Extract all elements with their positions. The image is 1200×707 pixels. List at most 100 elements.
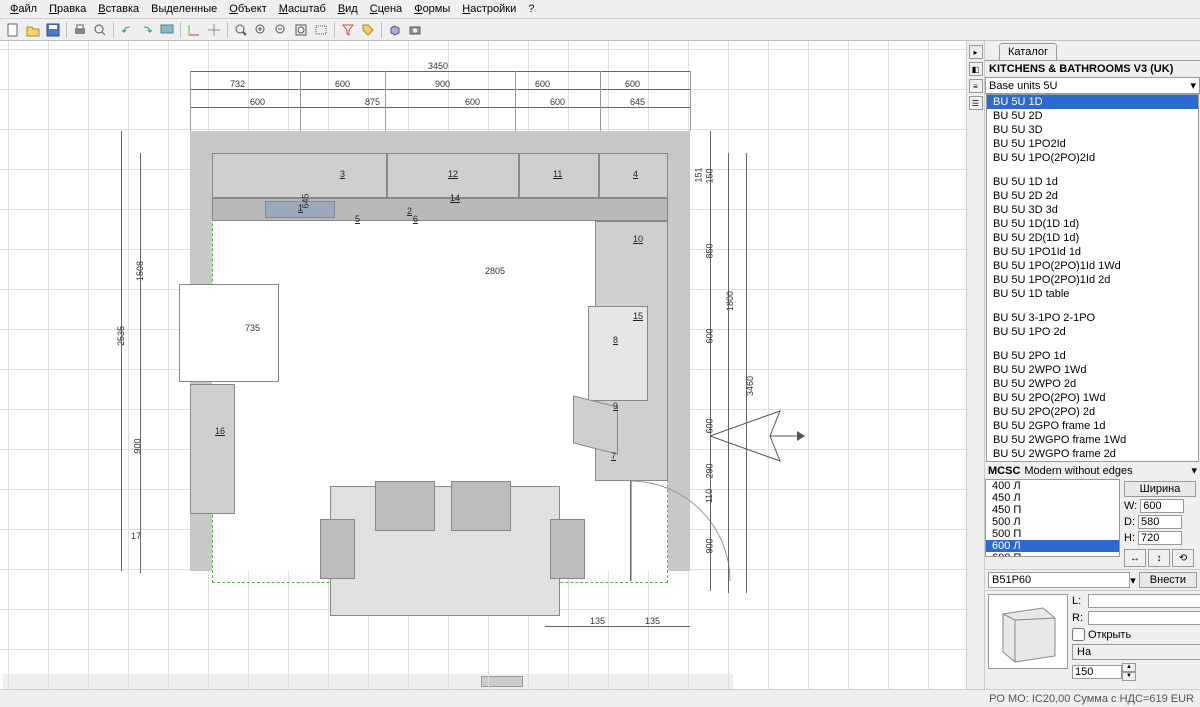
- depth-input[interactable]: [1138, 515, 1182, 529]
- mirror-h-icon[interactable]: ↔: [1124, 549, 1146, 567]
- menu-scene[interactable]: Сцена: [364, 1, 408, 17]
- list-item[interactable]: BU 5U 2WGPO frame 1Wd: [987, 433, 1198, 447]
- chevron-down-icon[interactable]: ▾: [1130, 574, 1136, 587]
- view3d-icon[interactable]: [386, 21, 404, 39]
- new-icon[interactable]: [4, 21, 22, 39]
- menu-settings[interactable]: Настройки: [456, 1, 522, 17]
- mirror-v-icon[interactable]: ↕: [1148, 549, 1170, 567]
- status-price: PO MO: IC20,00 Сумма с НДС=619 EUR: [989, 693, 1194, 705]
- axes-icon[interactable]: [185, 21, 203, 39]
- menu-scale[interactable]: Масштаб: [273, 1, 332, 17]
- catalog-title: KITCHENS & BATHROOMS V3 (UK): [985, 61, 1200, 77]
- side-tab-shapes[interactable]: ◧: [969, 62, 983, 76]
- list-item[interactable]: BU 5U 2D 2d: [987, 189, 1198, 203]
- size-option[interactable]: 500 П: [986, 528, 1119, 540]
- offset-input[interactable]: [1072, 665, 1122, 679]
- list-item[interactable]: BU 5U 1D: [987, 95, 1198, 109]
- list-item[interactable]: BU 5U 2WPO 2d: [987, 377, 1198, 391]
- list-item[interactable]: BU 5U 1PO2Id: [987, 137, 1198, 151]
- menu-shapes[interactable]: Формы: [408, 1, 456, 17]
- main-toolbar: [0, 19, 1200, 41]
- menu-help[interactable]: ?: [522, 1, 540, 17]
- snap-select[interactable]: На: [1072, 644, 1200, 660]
- list-item[interactable]: BU 5U 1PO 2d: [987, 325, 1198, 339]
- R-input[interactable]: [1088, 611, 1200, 625]
- list-item[interactable]: BU 5U 1PO(2PO)1Id 1Wd: [987, 259, 1198, 273]
- menu-insert[interactable]: Вставка: [92, 1, 145, 17]
- zoom-out-icon[interactable]: [272, 21, 290, 39]
- status-bar: PO MO: IC20,00 Сумма с НДС=619 EUR: [0, 689, 1200, 707]
- size-option[interactable]: 600 П: [986, 552, 1119, 557]
- save-icon[interactable]: [44, 21, 62, 39]
- spin-up-icon[interactable]: ▲: [1122, 663, 1136, 672]
- tag-icon[interactable]: [359, 21, 377, 39]
- add-button[interactable]: Внести: [1139, 572, 1197, 588]
- menu-edit[interactable]: Правка: [43, 1, 92, 17]
- redo-icon[interactable]: [138, 21, 156, 39]
- menu-bar: Файл Правка Вставка Выделенные Объект Ма…: [0, 0, 1200, 19]
- menu-select[interactable]: Выделенные: [145, 1, 223, 17]
- size-option[interactable]: 450 Л: [986, 492, 1119, 504]
- preview-icon[interactable]: [91, 21, 109, 39]
- camera-direction-icon: [710, 406, 810, 466]
- print-icon[interactable]: [71, 21, 89, 39]
- list-item[interactable]: BU 5U 1D(1D 1d): [987, 217, 1198, 231]
- list-item[interactable]: BU 5U 2WGPO frame 2d: [987, 447, 1198, 461]
- zoom-in-icon[interactable]: [252, 21, 270, 39]
- open-icon[interactable]: [24, 21, 42, 39]
- menu-file[interactable]: Файл: [4, 1, 43, 17]
- open-checkbox[interactable]: [1072, 628, 1085, 641]
- side-tab-props[interactable]: ☰: [969, 96, 983, 110]
- origin-icon[interactable]: [205, 21, 223, 39]
- preview-thumbnail: [988, 594, 1068, 669]
- list-item[interactable]: BU 5U 1PO(2PO)2Id: [987, 151, 1198, 165]
- rotate-icon[interactable]: ⟲: [1172, 549, 1194, 567]
- grid-icon[interactable]: [158, 21, 176, 39]
- size-list[interactable]: 400 Л 450 Л 450 П 500 Л 500 П 600 Л 600 …: [985, 479, 1120, 557]
- list-item[interactable]: BU 5U 1D 1d: [987, 175, 1198, 189]
- filter-icon[interactable]: [339, 21, 357, 39]
- chevron-down-icon[interactable]: ▾: [1191, 464, 1197, 477]
- catalog-panel: Каталог KITCHENS & BATHROOMS V3 (UK) Bas…: [985, 41, 1200, 689]
- height-input[interactable]: [1138, 531, 1182, 545]
- tab-catalog[interactable]: Каталог: [999, 43, 1057, 60]
- mcsc-value: Modern without edges: [1024, 465, 1187, 477]
- item-list[interactable]: BU 5U 1D BU 5U 2D BU 5U 3D BU 5U 1PO2Id …: [986, 94, 1199, 462]
- size-option[interactable]: 600 Л: [986, 540, 1119, 552]
- list-item[interactable]: BU 5U 3D: [987, 123, 1198, 137]
- spin-down-icon[interactable]: ▼: [1122, 672, 1136, 681]
- chevron-down-icon: ▾: [1190, 79, 1196, 92]
- category-select[interactable]: Base units 5U▾: [985, 77, 1200, 94]
- list-item[interactable]: BU 5U 3D 3d: [987, 203, 1198, 217]
- side-tab-layers[interactable]: ≡: [969, 79, 983, 93]
- list-item[interactable]: BU 5U 1D table: [987, 287, 1198, 301]
- side-tab-catalog[interactable]: ▸: [969, 45, 983, 59]
- list-item[interactable]: BU 5U 2D(1D 1d): [987, 231, 1198, 245]
- width-input[interactable]: [1140, 499, 1184, 513]
- zoom-fit-icon[interactable]: [292, 21, 310, 39]
- list-item[interactable]: BU 5U 2D: [987, 109, 1198, 123]
- size-option[interactable]: 450 П: [986, 504, 1119, 516]
- list-item[interactable]: BU 5U 2PO 1d: [987, 349, 1198, 363]
- camera-icon[interactable]: [406, 21, 424, 39]
- drawing-canvas[interactable]: 3450 732 600 900 600 600 600 875 600 600…: [0, 41, 967, 689]
- width-button[interactable]: Ширина: [1124, 481, 1196, 497]
- size-option[interactable]: 400 Л: [986, 480, 1119, 492]
- zoom-icon[interactable]: [232, 21, 250, 39]
- list-item[interactable]: BU 5U 1PO(2PO)1Id 2d: [987, 273, 1198, 287]
- menu-view[interactable]: Вид: [332, 1, 364, 17]
- list-item[interactable]: BU 5U 2WPO 1Wd: [987, 363, 1198, 377]
- list-item[interactable]: BU 5U 1PO1Id 1d: [987, 245, 1198, 259]
- zoom-window-icon[interactable]: [312, 21, 330, 39]
- mcsc-label: MCSC: [988, 465, 1020, 477]
- dim-top-outer: 3450: [428, 61, 448, 71]
- list-item[interactable]: BU 5U 2PO(2PO) 1Wd: [987, 391, 1198, 405]
- size-option[interactable]: 500 Л: [986, 516, 1119, 528]
- list-item[interactable]: BU 5U 3-1PO 2-1PO: [987, 311, 1198, 325]
- menu-object[interactable]: Объект: [223, 1, 272, 17]
- L-input[interactable]: [1088, 594, 1200, 608]
- list-item[interactable]: BU 5U 2GPO frame 1d: [987, 419, 1198, 433]
- list-item[interactable]: BU 5U 2PO(2PO) 2d: [987, 405, 1198, 419]
- canvas-h-scrollbar[interactable]: [3, 674, 733, 689]
- undo-icon[interactable]: [118, 21, 136, 39]
